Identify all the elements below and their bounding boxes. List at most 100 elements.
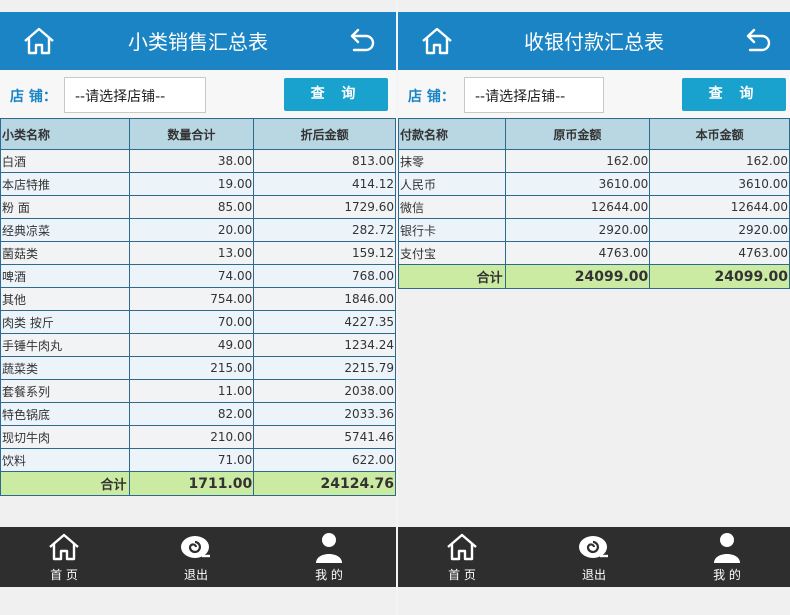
nav-mine[interactable]: 我 的 <box>294 527 364 587</box>
row-value-cell: 2038.00 <box>253 379 396 403</box>
user-icon <box>316 533 342 563</box>
payment-table: 付款名称 原币金额 本币金额 抹零 162.00 162.00 人民币 3610.00 3… <box>398 118 790 289</box>
back-icon[interactable] <box>744 26 774 54</box>
user-icon <box>714 533 740 563</box>
row-value-cell: 3610.00 <box>649 172 790 196</box>
column-header: 数量合计 <box>128 118 255 150</box>
filter-bar: 店 铺： --请选择店铺-- 查 询 <box>0 70 396 118</box>
page-title: 收银付款汇总表 <box>524 30 664 54</box>
row-value-cell: 414.12 <box>253 172 396 196</box>
table-row: 其他 754.00 1846.00 <box>0 287 396 311</box>
row-value-cell: 215.00 <box>128 356 255 380</box>
nav-home[interactable]: 首 页 <box>427 527 497 587</box>
table-row: 经典凉菜 20.00 282.72 <box>0 218 396 242</box>
payment-summary-panel: 收银付款汇总表 店 铺： --请选择店铺-- 查 询 付款名称 原币金额 本币金… <box>398 0 790 615</box>
table-row: 特色锅底 82.00 2033.36 <box>0 402 396 426</box>
row-name-cell: 人民币 <box>398 172 506 196</box>
nav-home-label: 首 页 <box>448 568 476 582</box>
header-bar: 收银付款汇总表 <box>398 12 790 70</box>
total-value: 24099.00 <box>504 264 651 289</box>
row-name-cell: 微信 <box>398 195 506 219</box>
bottom-nav: 首 页 退出 我 的 <box>398 527 790 587</box>
table-row: 本店特推 19.00 414.12 <box>0 172 396 196</box>
table-row: 支付宝 4763.00 4763.00 <box>398 241 790 265</box>
row-name-cell: 手锤牛肉丸 <box>0 333 130 357</box>
row-value-cell: 162.00 <box>504 149 651 173</box>
column-header: 本币金额 <box>649 118 790 150</box>
row-value-cell: 2215.79 <box>253 356 396 380</box>
table-header-row: 付款名称 原币金额 本币金额 <box>398 118 790 150</box>
filter-bar: 店 铺： --请选择店铺-- 查 询 <box>398 70 790 118</box>
header-bar: 小类销售汇总表 <box>0 12 396 70</box>
table-row: 抹零 162.00 162.00 <box>398 149 790 173</box>
row-value-cell: 71.00 <box>128 448 255 472</box>
table-row: 蔬菜类 215.00 2215.79 <box>0 356 396 380</box>
row-value-cell: 13.00 <box>128 241 255 265</box>
nav-logout-label: 退出 <box>183 568 208 582</box>
row-name-cell: 现切牛肉 <box>0 425 130 449</box>
total-row: 合计 24099.00 24099.00 <box>398 264 790 289</box>
row-name-cell: 特色锅底 <box>0 402 130 426</box>
table-row: 微信 12644.00 12644.00 <box>398 195 790 219</box>
table-row: 饮料 71.00 622.00 <box>0 448 396 472</box>
row-value-cell: 12644.00 <box>649 195 790 219</box>
home-icon <box>447 533 477 561</box>
row-value-cell: 754.00 <box>128 287 255 311</box>
row-value-cell: 2920.00 <box>504 218 651 242</box>
query-button[interactable]: 查 询 <box>682 78 786 111</box>
table-row: 现切牛肉 210.00 5741.46 <box>0 425 396 449</box>
total-value: 1711.00 <box>128 471 255 496</box>
row-value-cell: 768.00 <box>253 264 396 288</box>
back-icon[interactable] <box>348 26 378 54</box>
row-value-cell: 11.00 <box>128 379 255 403</box>
page-title: 小类销售汇总表 <box>128 30 268 54</box>
row-value-cell: 38.00 <box>128 149 255 173</box>
row-value-cell: 82.00 <box>128 402 255 426</box>
total-value: 24124.76 <box>253 471 396 496</box>
bottom-nav: 首 页 退出 我 的 <box>0 527 396 587</box>
total-label: 合计 <box>398 264 506 289</box>
row-value-cell: 70.00 <box>128 310 255 334</box>
row-value-cell: 282.72 <box>253 218 396 242</box>
row-name-cell: 银行卡 <box>398 218 506 242</box>
nav-mine[interactable]: 我 的 <box>692 527 762 587</box>
store-select[interactable]: --请选择店铺-- <box>64 77 206 113</box>
sales-summary-panel: 小类销售汇总表 店 铺： --请选择店铺-- 查 询 小类名称 数量合计 折后金… <box>0 0 396 615</box>
snail-icon <box>579 536 608 558</box>
row-name-cell: 支付宝 <box>398 241 506 265</box>
row-name-cell: 本店特推 <box>0 172 130 196</box>
row-value-cell: 813.00 <box>253 149 396 173</box>
snail-icon <box>181 536 210 558</box>
nav-home[interactable]: 首 页 <box>29 527 99 587</box>
row-value-cell: 162.00 <box>649 149 790 173</box>
row-name-cell: 抹零 <box>398 149 506 173</box>
query-button[interactable]: 查 询 <box>284 78 388 111</box>
table-row: 人民币 3610.00 3610.00 <box>398 172 790 196</box>
row-value-cell: 1846.00 <box>253 287 396 311</box>
table-header-row: 小类名称 数量合计 折后金额 <box>0 118 396 150</box>
column-header: 付款名称 <box>398 118 506 150</box>
row-value-cell: 85.00 <box>128 195 255 219</box>
row-value-cell: 74.00 <box>128 264 255 288</box>
total-label: 合计 <box>0 471 130 496</box>
row-value-cell: 2033.36 <box>253 402 396 426</box>
row-name-cell: 菌菇类 <box>0 241 130 265</box>
row-value-cell: 19.00 <box>128 172 255 196</box>
row-value-cell: 3610.00 <box>504 172 651 196</box>
nav-home-label: 首 页 <box>50 568 78 582</box>
column-header: 小类名称 <box>0 118 130 150</box>
sales-table: 小类名称 数量合计 折后金额 白酒 38.00 813.00 本店特推 19.00 414… <box>0 118 396 496</box>
table-row: 粉 面 85.00 1729.60 <box>0 195 396 219</box>
nav-logout[interactable]: 退出 <box>161 527 231 587</box>
row-value-cell: 12644.00 <box>504 195 651 219</box>
row-name-cell: 其他 <box>0 287 130 311</box>
table-row: 白酒 38.00 813.00 <box>0 149 396 173</box>
row-name-cell: 肉类 按斤 <box>0 310 130 334</box>
row-name-cell: 啤酒 <box>0 264 130 288</box>
store-select[interactable]: --请选择店铺-- <box>464 77 604 113</box>
nav-logout[interactable]: 退出 <box>559 527 629 587</box>
row-name-cell: 经典凉菜 <box>0 218 130 242</box>
row-value-cell: 49.00 <box>128 333 255 357</box>
row-value-cell: 1234.24 <box>253 333 396 357</box>
nav-mine-label: 我 的 <box>315 568 343 582</box>
